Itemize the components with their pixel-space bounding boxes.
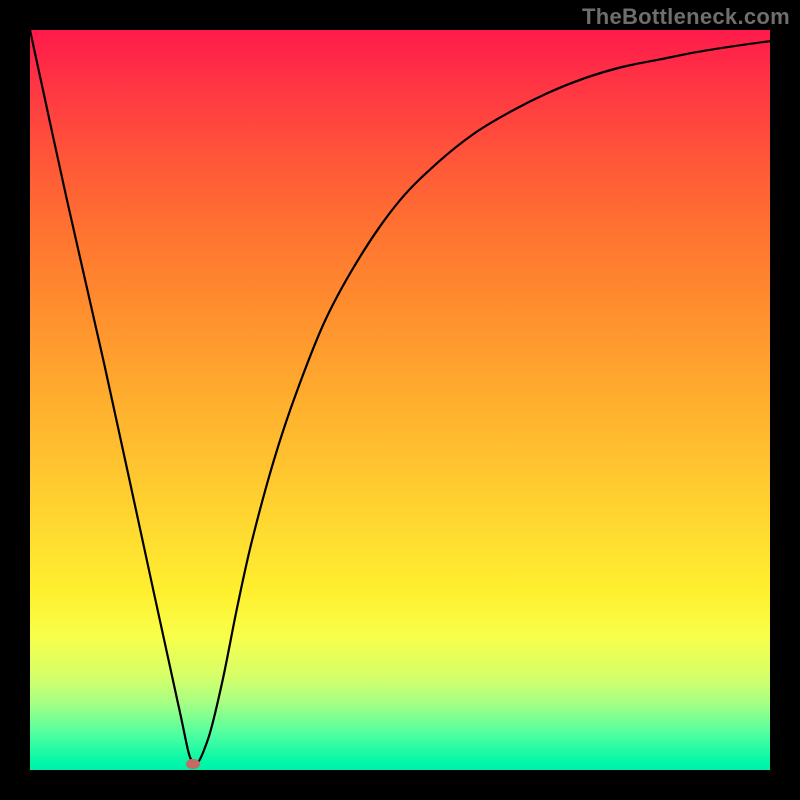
watermark-text: TheBottleneck.com — [582, 4, 790, 30]
curve-svg — [30, 30, 770, 770]
bottleneck-curve-path — [30, 30, 770, 764]
plot-area — [30, 30, 770, 770]
chart-container: TheBottleneck.com — [0, 0, 800, 800]
optimal-point-marker — [186, 759, 200, 769]
